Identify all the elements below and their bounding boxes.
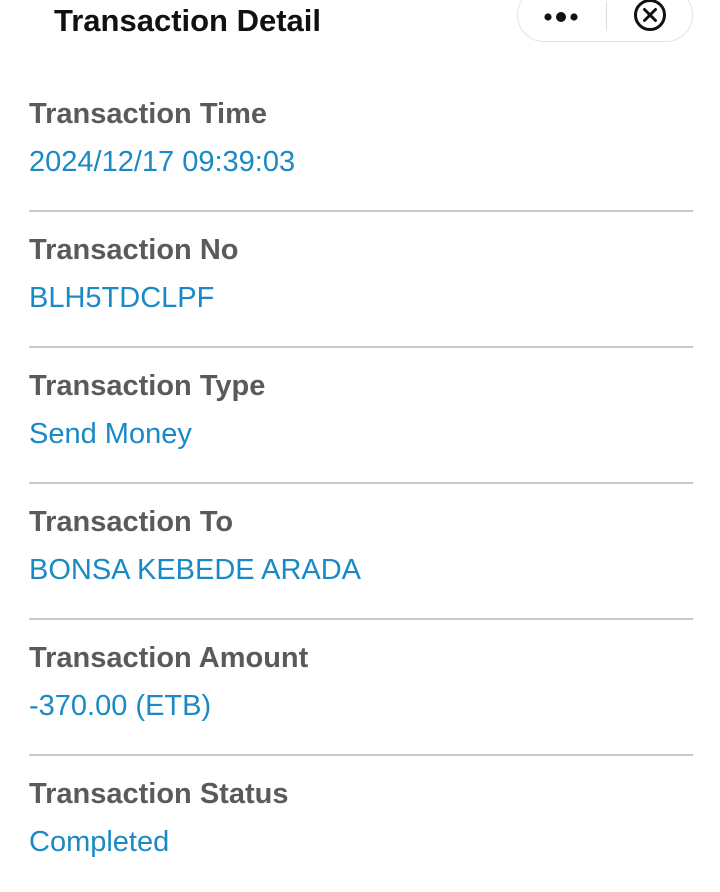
detail-value: 2024/12/17 09:39:03 bbox=[29, 146, 296, 178]
detail-label: Transaction Time bbox=[29, 98, 267, 130]
detail-value: Completed bbox=[29, 826, 170, 858]
detail-value: -370.00 (ETB) bbox=[29, 690, 212, 722]
detail-row-transaction-to: Transaction To BONSA KEBEDE ARADA bbox=[29, 484, 693, 620]
more-horizontal-icon bbox=[544, 12, 578, 22]
detail-label: Transaction Amount bbox=[29, 642, 309, 674]
detail-label: Transaction No bbox=[29, 234, 239, 266]
page-header: Transaction Detail bbox=[0, 0, 720, 60]
detail-row-transaction-no: Transaction No BLH5TDCLPF bbox=[29, 212, 693, 348]
detail-value: Send Money bbox=[29, 418, 192, 450]
detail-label: Transaction Status bbox=[29, 778, 289, 810]
page-title: Transaction Detail bbox=[54, 3, 322, 38]
transaction-details-list: Transaction Time 2024/12/17 09:39:03 Tra… bbox=[29, 76, 693, 892]
detail-label: Transaction Type bbox=[29, 370, 266, 402]
mini-program-capsule bbox=[517, 0, 693, 42]
detail-value: BLH5TDCLPF bbox=[29, 282, 215, 314]
detail-row-transaction-amount: Transaction Amount -370.00 (ETB) bbox=[29, 620, 693, 756]
detail-row-transaction-status: Transaction Status Completed bbox=[29, 756, 693, 892]
detail-row-transaction-time: Transaction Time 2024/12/17 09:39:03 bbox=[29, 76, 693, 212]
detail-row-transaction-type: Transaction Type Send Money bbox=[29, 348, 693, 484]
close-button[interactable] bbox=[607, 0, 693, 41]
detail-label: Transaction To bbox=[29, 506, 234, 538]
detail-value: BONSA KEBEDE ARADA bbox=[29, 554, 362, 586]
more-button[interactable] bbox=[518, 0, 604, 43]
close-circle-icon bbox=[634, 0, 666, 31]
